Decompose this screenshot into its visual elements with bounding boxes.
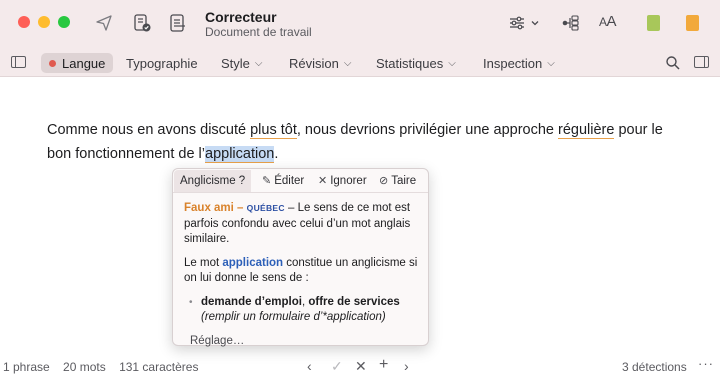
popover-header: Anglicisme ? ✎ Éditer ✕ Ignorer ⊘ Taire [173,169,428,193]
more-options-icon[interactable]: ··· [698,356,714,371]
ignore-button[interactable]: ✕ Ignorer [318,174,367,188]
document-check-icon[interactable] [131,12,153,34]
text-segment: , nous devrions privilégier une approche [296,122,559,138]
bullet-icon: • [189,296,193,308]
pencil-icon: ✎ [262,175,272,187]
text-size-button[interactable]: AA [599,13,617,30]
edit-label: Éditer [274,174,305,187]
tab-typographie[interactable]: Typographie [126,54,198,72]
silence-label: Taire [391,174,417,187]
status-counts: 1 phrase 20 mots 131 caractères [3,360,208,374]
toolbar: Langue Typographie Style ⌵ Révision ⌵ St… [0,49,720,77]
zoom-window-button[interactable] [58,16,70,28]
settings-link[interactable]: Réglage… [184,334,422,350]
text-segment: Comme nous en avons discuté [47,122,251,138]
tab-label: Révision [289,55,339,71]
tab-label: Inspection [483,55,543,71]
detections-count: 3 détections [622,360,687,374]
tab-style[interactable]: Style ⌵ [221,54,263,72]
word-count: 20 mots [63,360,106,374]
tab-inspection[interactable]: Inspection ⌵ [483,54,555,72]
popover-title: Anglicisme ? [174,170,252,192]
dictionary-book-icon[interactable] [686,15,699,31]
close-window-button[interactable] [18,16,30,28]
tab-revision[interactable]: Révision ⌵ [289,54,351,72]
sentence-count: 1 phrase [3,360,50,374]
sidebar-toggle-icon[interactable] [11,56,26,68]
definition-paragraph: Faux ami – QUÉBEC – Le sens de ce mot es… [184,201,422,248]
faux-ami-label: Faux ami – [184,202,244,214]
correction-popover: Anglicisme ? ✎ Éditer ✕ Ignorer ⊘ Taire Fau… [172,168,429,349]
chevron-down-icon: ⌵ [547,57,555,69]
chevron-left-icon[interactable]: ‹ [307,358,312,374]
inspector-panel-icon[interactable] [694,56,709,68]
close-icon[interactable]: ✕ [355,358,367,375]
structure-icon[interactable] [560,12,582,34]
title-bar: Correcteur Document de travail AA [0,0,720,49]
tab-label: Langue [62,55,106,71]
explanation-text: Le mot [184,256,223,269]
chevron-down-icon: ⌵ [343,57,352,69]
tab-label: Style [221,55,250,71]
search-icon[interactable] [665,55,681,71]
document-list-icon[interactable] [167,12,189,34]
status-dot-icon [49,59,56,67]
checkmark-icon[interactable]: ✓ [331,358,343,375]
selected-flagged-word[interactable]: application [205,146,275,163]
flagged-word[interactable]: plus tôt [250,122,297,139]
suggestion-term: demande d’emploi [201,295,302,308]
filter-sliders-icon[interactable] [506,12,542,34]
ignore-label: Ignorer [330,174,367,187]
explanation-paragraph: Le mot application constitue un anglicis… [184,256,422,287]
tab-label: Statistiques [376,55,444,71]
app-title: Correcteur [205,9,277,25]
silence-button[interactable]: ⊘ Taire [379,174,417,188]
tab-label: Typographie [126,55,198,71]
guide-book-icon[interactable] [647,15,660,31]
text-segment: . [274,146,279,162]
suggestion-term: offre de services [308,295,400,308]
region-tag: QUÉBEC [246,203,285,213]
chevron-down-icon: ⌵ [254,57,263,69]
plus-icon[interactable]: + [379,356,388,374]
suggestion-example: (remplir un formulaire d’*application) [201,311,386,323]
document-name: Document de travail [205,25,312,39]
close-icon: ✕ [318,175,328,187]
tab-langue[interactable]: Langue [41,53,114,73]
chevron-right-icon[interactable]: › [404,358,409,374]
keyword: application [222,256,284,269]
chevron-down-icon: ⌵ [448,57,456,69]
flagged-word[interactable]: régulière [558,122,615,139]
tab-statistiques[interactable]: Statistiques ⌵ [376,54,456,72]
character-count: 131 caractères [119,360,199,374]
suggestion-item[interactable]: • demande d’emploi, offre de services (r… [184,295,422,326]
popover-body: Faux ami – QUÉBEC – Le sens de ce mot es… [184,201,422,349]
document-text[interactable]: Comme nous en avons discuté plus tôt, no… [47,118,687,166]
edit-button[interactable]: ✎ Éditer [262,174,305,188]
minimize-window-button[interactable] [38,16,50,28]
prohibited-icon: ⊘ [379,175,389,187]
send-icon[interactable] [93,12,115,34]
